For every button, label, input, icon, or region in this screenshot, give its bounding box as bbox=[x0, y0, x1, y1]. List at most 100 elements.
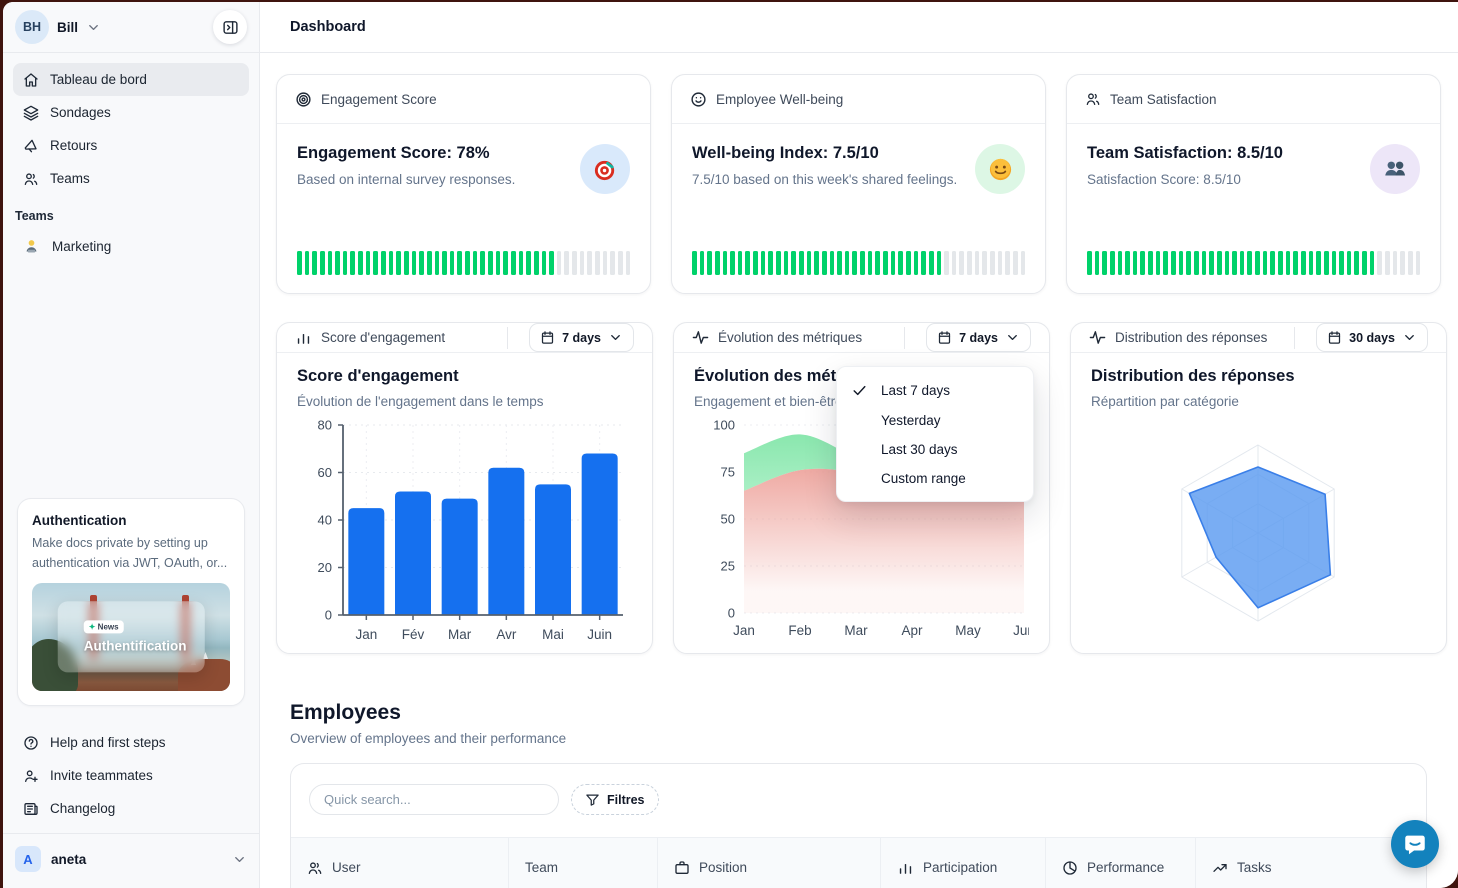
employees-title: Employees bbox=[276, 701, 1441, 725]
sidebar-item-retours[interactable]: Retours bbox=[13, 129, 249, 162]
sidebar-item-tableau-de-bord[interactable]: Tableau de bord bbox=[13, 63, 249, 96]
tick bbox=[511, 251, 516, 275]
sidebar-item-marketing[interactable]: Marketing bbox=[13, 229, 249, 263]
tick bbox=[580, 251, 585, 275]
tick bbox=[975, 251, 980, 275]
chart-subtitle: Répartition par catégorie bbox=[1091, 394, 1426, 409]
dropdown-item-yesterday[interactable]: Yesterday bbox=[837, 406, 1033, 435]
stat-card-engagement-score: Engagement Score Engagement Score: 78%Bas… bbox=[276, 74, 651, 294]
tick bbox=[1301, 251, 1306, 275]
tick bbox=[1209, 251, 1214, 275]
chart-card-header-label: Évolution des métriques bbox=[718, 330, 862, 345]
dropdown-item-last-7-days[interactable]: Last 7 days bbox=[837, 375, 1033, 406]
pie-icon bbox=[1062, 860, 1078, 876]
home-icon bbox=[23, 72, 39, 88]
tick bbox=[906, 251, 911, 275]
chart-card-body: Distribution des réponses Répartition par… bbox=[1071, 353, 1446, 658]
sidebar-collapse-button[interactable] bbox=[213, 10, 247, 44]
tick bbox=[503, 251, 508, 275]
svg-text:Jan: Jan bbox=[733, 623, 755, 638]
tick bbox=[465, 251, 470, 275]
changelog-icon bbox=[23, 801, 39, 817]
tick bbox=[700, 251, 705, 275]
tick bbox=[1416, 251, 1421, 275]
sidebar-footer-nav: Help and first stepsInvite teammatesChan… bbox=[3, 720, 259, 825]
tick bbox=[1125, 251, 1130, 275]
tick bbox=[442, 251, 447, 275]
column-header-team[interactable]: Team bbox=[509, 838, 658, 888]
page-title: Dashboard bbox=[290, 19, 366, 35]
chat-bubble-button[interactable] bbox=[1391, 820, 1439, 868]
chevron-down-icon bbox=[86, 20, 101, 35]
promo-image-overlay: News Authentification bbox=[58, 601, 205, 672]
stat-card-text: Engagement Score: 78%Based on internal s… bbox=[297, 144, 515, 194]
sidebar-item-help-and-first-steps[interactable]: Help and first steps bbox=[13, 726, 249, 759]
tick bbox=[830, 251, 835, 275]
trend-icon bbox=[1212, 860, 1228, 876]
tick bbox=[1202, 251, 1207, 275]
bars-icon bbox=[897, 859, 914, 876]
dropdown-item-last-30-days[interactable]: Last 30 days bbox=[837, 435, 1033, 464]
person-laptop-icon bbox=[23, 238, 40, 255]
tick bbox=[305, 251, 310, 275]
megaphone-icon bbox=[23, 138, 39, 154]
range-select-button[interactable]: 7 days bbox=[529, 323, 634, 352]
tick bbox=[715, 251, 720, 275]
stat-card-header-label: Engagement Score bbox=[321, 92, 437, 107]
range-select-button[interactable]: 7 days bbox=[926, 323, 1031, 352]
tick bbox=[1140, 251, 1145, 275]
svg-text:50: 50 bbox=[721, 512, 735, 527]
panel-toggle-icon bbox=[222, 19, 239, 36]
tick bbox=[572, 251, 577, 275]
tick bbox=[610, 251, 615, 275]
promo-image-label: Authentification bbox=[84, 638, 187, 653]
smile-emoji-icon bbox=[975, 144, 1025, 194]
sidebar-item-changelog[interactable]: Changelog bbox=[13, 792, 249, 825]
tick bbox=[557, 251, 562, 275]
tick bbox=[1324, 251, 1329, 275]
promo-card[interactable]: Authentication Make docs private by sett… bbox=[17, 498, 245, 706]
tick bbox=[1110, 251, 1115, 275]
column-header-participation[interactable]: Participation bbox=[881, 838, 1046, 888]
svg-text:80: 80 bbox=[318, 418, 332, 433]
filters-button[interactable]: Filtres bbox=[571, 784, 659, 815]
svg-text:75: 75 bbox=[721, 465, 735, 480]
tick bbox=[335, 251, 340, 275]
tick bbox=[1408, 251, 1413, 275]
sidebar-item-invite-teammates[interactable]: Invite teammates bbox=[13, 759, 249, 792]
workspace-avatar: A bbox=[15, 846, 41, 872]
tick bbox=[412, 251, 417, 275]
chart-title: Distribution des réponses bbox=[1091, 367, 1426, 386]
svg-text:Feb: Feb bbox=[788, 623, 811, 638]
dropdown-item-custom-range[interactable]: Custom range bbox=[837, 464, 1033, 493]
chart-subtitle: Évolution de l'engagement dans le temps bbox=[297, 394, 632, 409]
column-header-performance[interactable]: Performance bbox=[1046, 838, 1196, 888]
stat-card-text: Team Satisfaction: 8.5/10Satisfaction Sc… bbox=[1087, 144, 1283, 194]
sidebar-user-row[interactable]: BH Bill bbox=[3, 2, 259, 52]
column-header-user[interactable]: User bbox=[291, 838, 509, 888]
users-icon bbox=[23, 171, 39, 187]
sidebar-item-teams[interactable]: Teams bbox=[13, 162, 249, 195]
range-select-button[interactable]: 30 days bbox=[1316, 323, 1428, 352]
svg-text:25: 25 bbox=[721, 559, 735, 574]
sidebar-item-sondages[interactable]: Sondages bbox=[13, 96, 249, 129]
calendar-icon bbox=[937, 330, 952, 345]
tick bbox=[952, 251, 957, 275]
sidebar-item-label: Retours bbox=[50, 138, 97, 153]
svg-text:0: 0 bbox=[728, 606, 735, 621]
tick bbox=[1095, 251, 1100, 275]
tick bbox=[929, 251, 934, 275]
workspace-switcher[interactable]: A aneta bbox=[3, 833, 259, 888]
tick bbox=[1362, 251, 1367, 275]
tick bbox=[1148, 251, 1153, 275]
column-header-position[interactable]: Position bbox=[658, 838, 881, 888]
svg-text:Fév: Fév bbox=[402, 627, 425, 642]
tick bbox=[320, 251, 325, 275]
search-input[interactable] bbox=[309, 784, 559, 815]
tick bbox=[595, 251, 600, 275]
briefcase-icon bbox=[674, 860, 690, 876]
avatar: BH bbox=[15, 10, 49, 44]
tick bbox=[1171, 251, 1176, 275]
progress-ticks bbox=[1087, 251, 1420, 275]
sidebar: BH Bill Tableau de bordSondages Retours Te… bbox=[3, 2, 260, 888]
